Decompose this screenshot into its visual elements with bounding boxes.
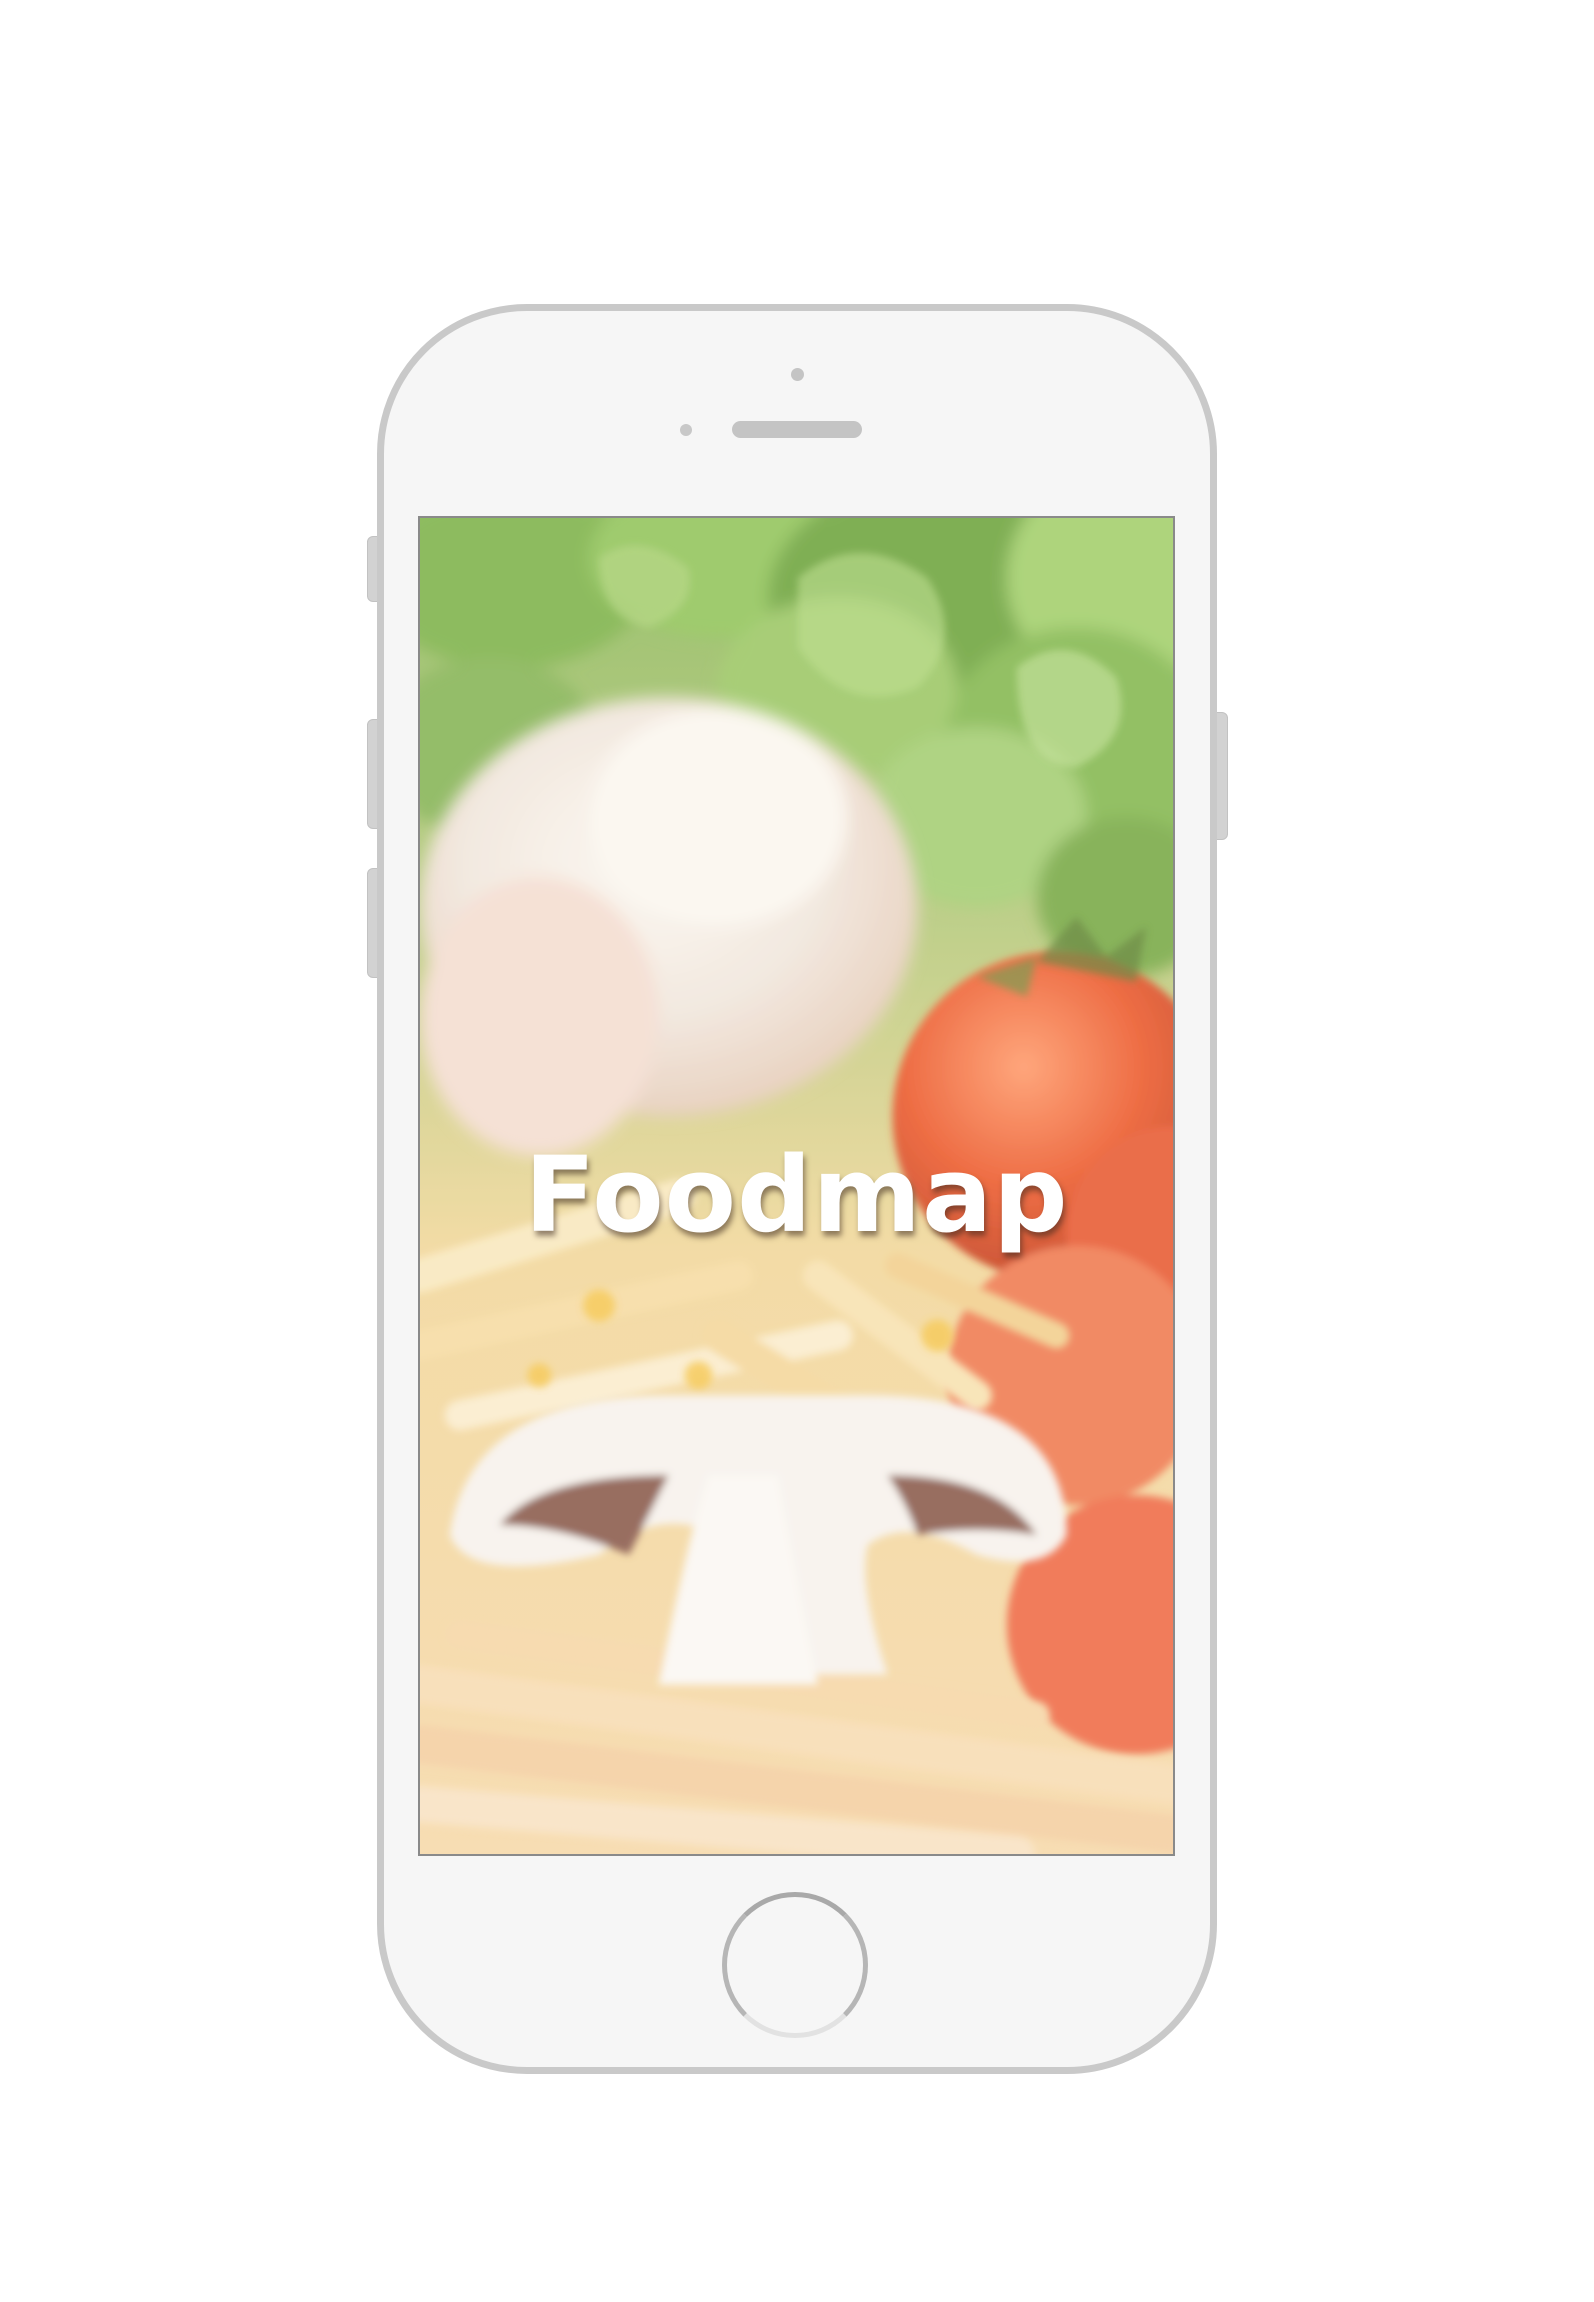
front-camera-icon <box>791 368 804 381</box>
stage: Foodmap <box>0 0 1594 2302</box>
home-button[interactable] <box>722 1892 868 2038</box>
splash-screen[interactable]: Foodmap <box>418 516 1175 1856</box>
app-title: Foodmap <box>524 1134 1069 1256</box>
power-button <box>1216 712 1228 840</box>
proximity-sensor-icon <box>680 424 692 436</box>
earpiece-speaker-icon <box>732 421 862 438</box>
